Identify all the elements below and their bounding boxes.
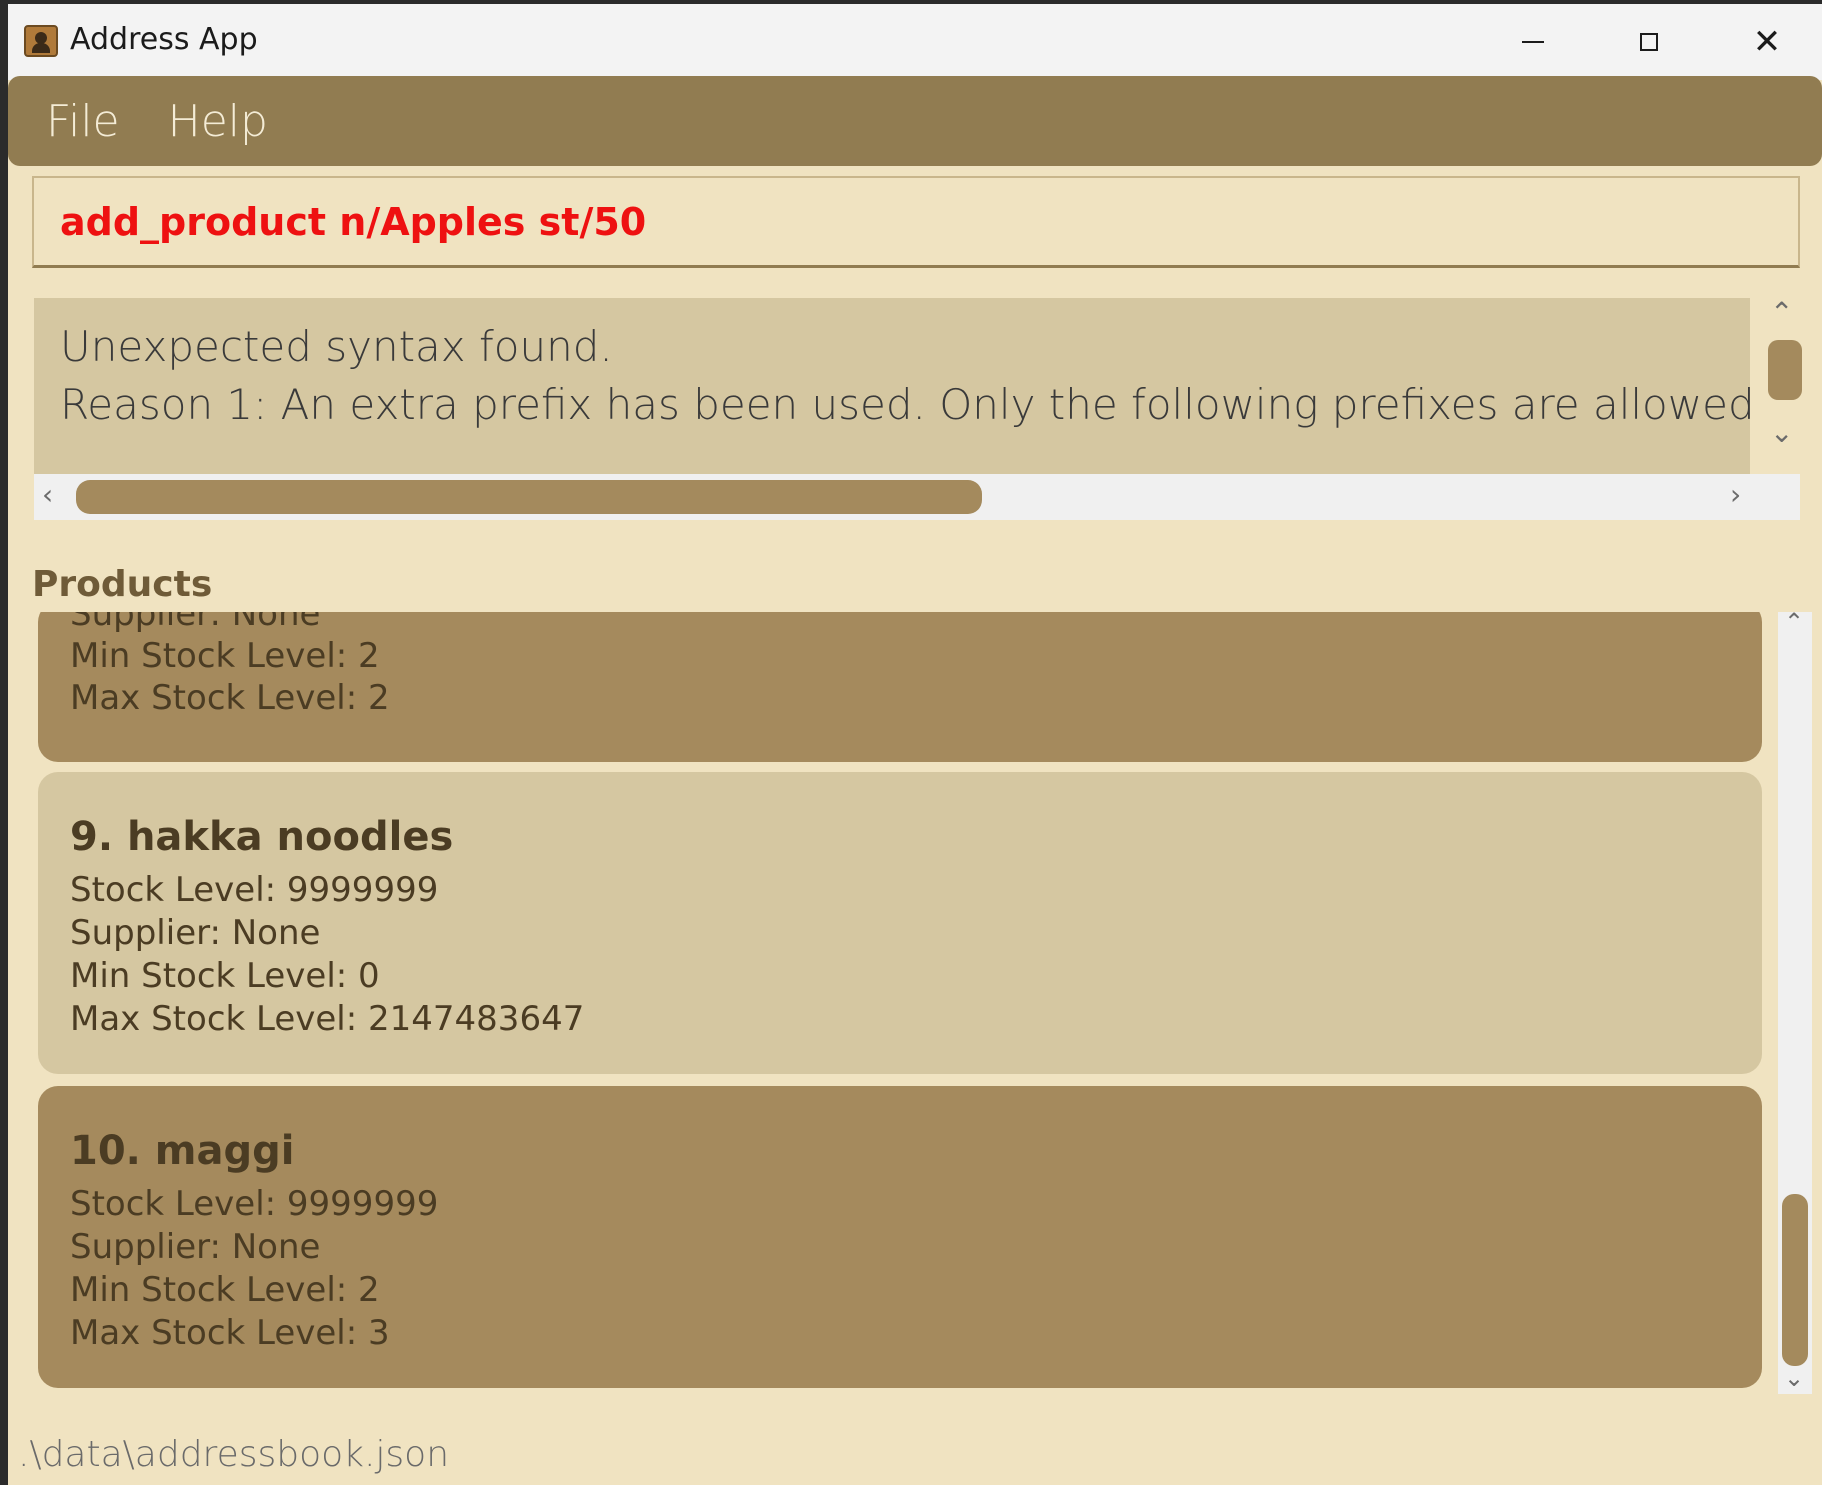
- address-book-icon: [24, 25, 58, 57]
- card-min-stock: Min Stock Level: 2: [70, 636, 380, 676]
- card-max-stock: Max Stock Level: 2: [70, 678, 390, 718]
- chevron-up-icon[interactable]: ⌃: [1770, 296, 1793, 329]
- card-max-stock: Max Stock Level: 2147483647: [70, 999, 585, 1039]
- product-card[interactable]: 9. hakka noodles Stock Level: 9999999 Su…: [38, 772, 1762, 1074]
- result-vertical-scroll-thumb[interactable]: [1768, 340, 1802, 400]
- card-stock: Stock Level: 9999999: [70, 1184, 439, 1224]
- result-horizontal-scrollbar[interactable]: ‹ ›: [34, 474, 1800, 520]
- result-line: Reason 1: An extra prefix has been used.…: [60, 380, 1750, 429]
- menu-help[interactable]: Help: [168, 96, 268, 147]
- product-list-scroll-thumb[interactable]: [1782, 1194, 1808, 1366]
- result-line: Unexpected syntax found.: [60, 322, 613, 371]
- result-display: Unexpected syntax found. Reason 1: An ex…: [34, 296, 1802, 520]
- product-list: Supplier: None Min Stock Level: 2 Max St…: [34, 612, 1774, 1392]
- card-supplier: Supplier: None: [70, 1227, 321, 1267]
- result-text-area[interactable]: Unexpected syntax found. Reason 1: An ex…: [34, 298, 1750, 474]
- chevron-left-icon[interactable]: ‹: [42, 478, 53, 511]
- card-supplier: Supplier: None: [70, 612, 321, 634]
- result-vertical-scrollbar[interactable]: ⌃ ⌄: [1756, 296, 1802, 474]
- close-button[interactable]: ✕: [1712, 4, 1822, 80]
- status-bar-path: .\data\addressbook.json: [18, 1434, 450, 1475]
- product-card[interactable]: 10. maggi Stock Level: 9999999 Supplier:…: [38, 1086, 1762, 1388]
- close-icon: ✕: [1752, 22, 1782, 62]
- app-window: Address App ✕ File Help add_product n/Ap…: [8, 4, 1822, 1485]
- title-bar: Address App ✕: [8, 4, 1822, 80]
- command-input[interactable]: add_product n/Apples st/50: [32, 176, 1800, 268]
- window-title: Address App: [70, 22, 258, 57]
- maximize-button[interactable]: [1594, 4, 1704, 80]
- result-horizontal-scroll-thumb[interactable]: [76, 480, 982, 514]
- command-input-value: add_product n/Apples st/50: [60, 199, 647, 244]
- chevron-up-icon[interactable]: ⌃: [1784, 608, 1804, 636]
- chevron-right-icon[interactable]: ›: [1730, 478, 1741, 511]
- minimize-button[interactable]: [1478, 4, 1588, 80]
- chevron-down-icon[interactable]: ⌄: [1770, 416, 1793, 449]
- minimize-icon: [1522, 41, 1544, 43]
- card-supplier: Supplier: None: [70, 913, 321, 953]
- menu-file[interactable]: File: [46, 96, 120, 147]
- maximize-icon: [1640, 33, 1658, 51]
- card-min-stock: Min Stock Level: 0: [70, 956, 380, 996]
- card-title: 9. hakka noodles: [70, 814, 454, 860]
- menu-bar: File Help: [8, 76, 1822, 166]
- chevron-down-icon[interactable]: ⌄: [1784, 1364, 1804, 1392]
- card-stock: Stock Level: 9999999: [70, 870, 439, 910]
- products-heading: Products: [32, 564, 213, 605]
- card-min-stock: Min Stock Level: 2: [70, 1270, 380, 1310]
- card-title: 10. maggi: [70, 1128, 295, 1174]
- card-max-stock: Max Stock Level: 3: [70, 1313, 390, 1353]
- product-card[interactable]: Supplier: None Min Stock Level: 2 Max St…: [38, 612, 1762, 762]
- product-list-scrollbar[interactable]: ⌃ ⌄: [1778, 608, 1812, 1394]
